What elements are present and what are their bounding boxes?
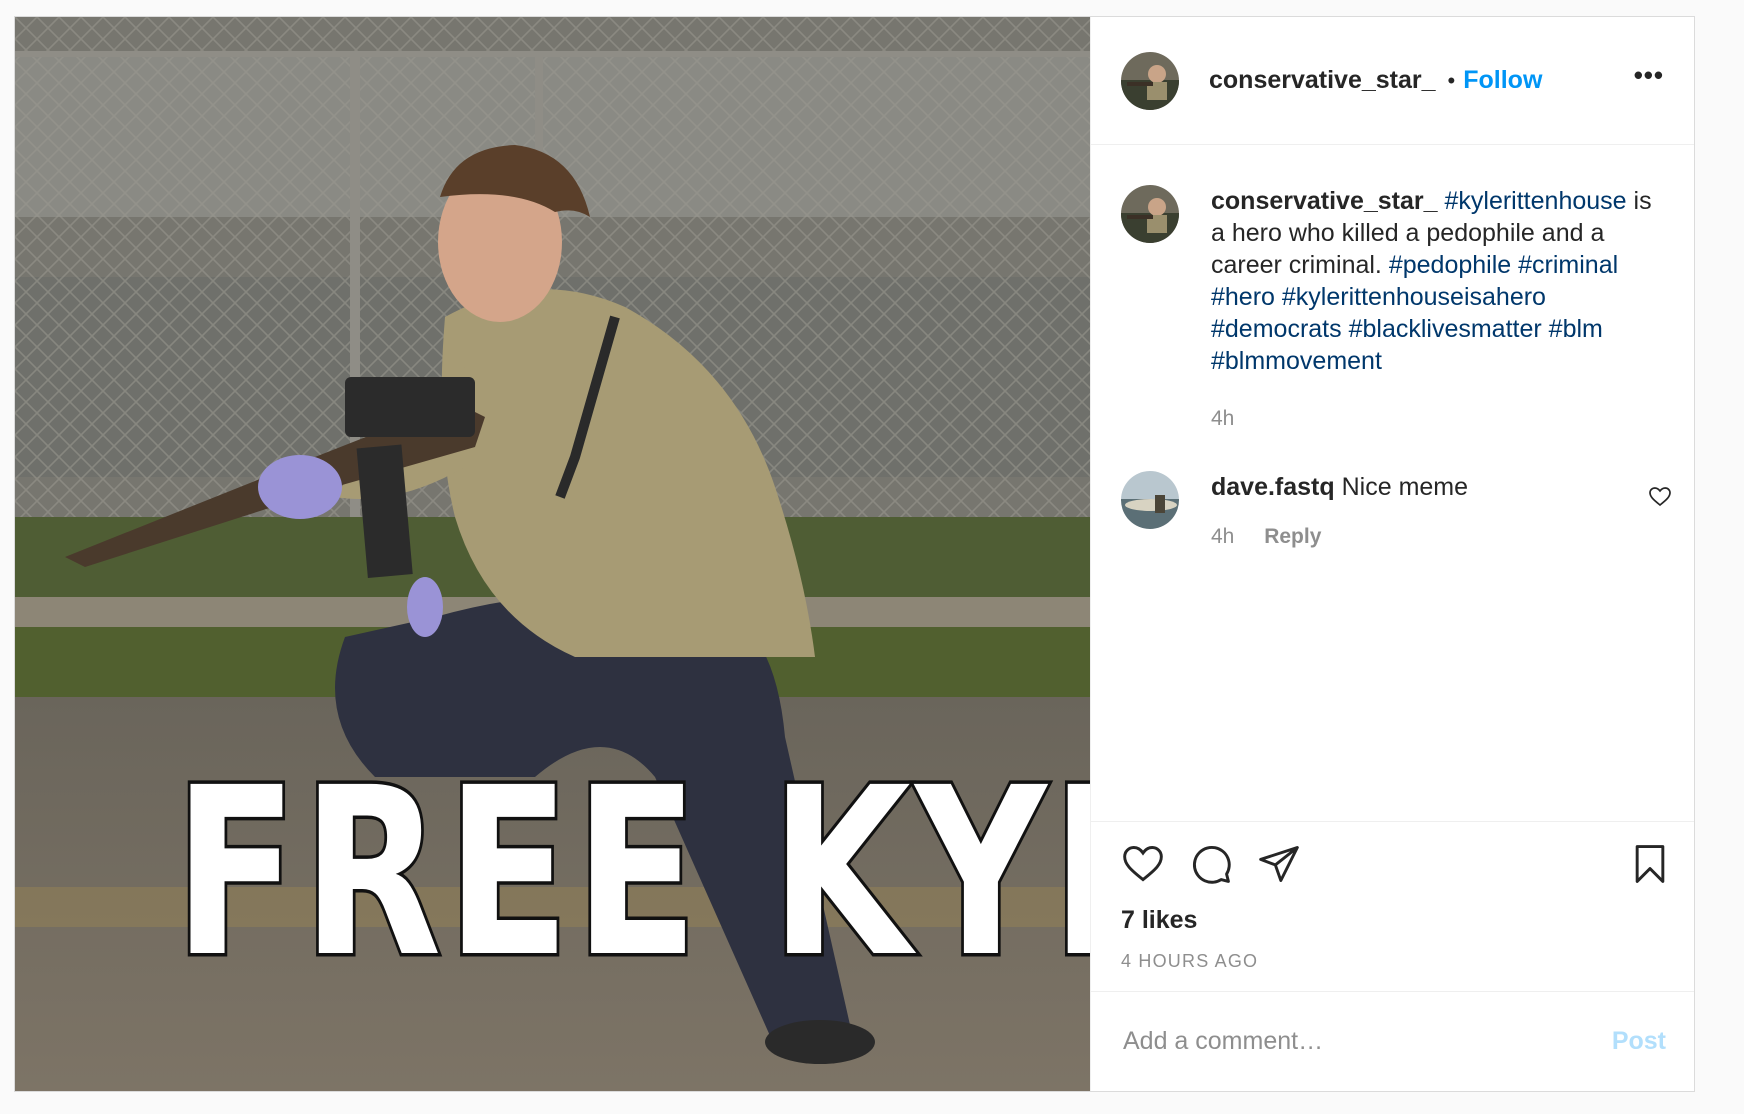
comment-bubble-icon[interactable]: [1189, 842, 1233, 886]
caption-username[interactable]: conservative_star_: [1211, 187, 1438, 215]
hashtag[interactable]: #kylerittenhouseisahero: [1282, 283, 1546, 311]
instagram-post: FREE KYLE conservative_star_ • Follow ••…: [14, 16, 1695, 1092]
meme-overlay-text: FREE KYLE: [171, 738, 1090, 1008]
share-paper-plane-icon[interactable]: [1257, 842, 1301, 886]
action-icons: [1121, 840, 1672, 888]
author-username[interactable]: conservative_star_: [1209, 66, 1436, 95]
likes-count[interactable]: 7 likes: [1121, 906, 1672, 935]
hashtag[interactable]: #democrats: [1211, 315, 1342, 343]
caption-meta: 4h: [1211, 403, 1671, 435]
more-options-icon[interactable]: •••: [1634, 62, 1664, 100]
comment-like-heart-icon[interactable]: [1648, 485, 1672, 514]
caption: conservative_star_ #kylerittenhouse is a…: [1121, 185, 1672, 435]
like-heart-icon[interactable]: [1121, 842, 1165, 886]
hashtag[interactable]: #hero: [1211, 283, 1275, 311]
hashtag[interactable]: #blm: [1549, 315, 1603, 343]
caption-body: conservative_star_ #kylerittenhouse is a…: [1211, 185, 1671, 435]
add-comment-input[interactable]: [1121, 1026, 1612, 1057]
save-bookmark-icon[interactable]: [1628, 842, 1672, 886]
comment-body: dave.fastq Nice meme 4h Reply: [1211, 471, 1671, 553]
comment-text: Nice meme: [1341, 473, 1469, 501]
author-avatar[interactable]: [1121, 51, 1179, 110]
hashtag[interactable]: #blacklivesmatter: [1349, 315, 1542, 343]
caption-avatar[interactable]: [1121, 185, 1179, 243]
post-header: conservative_star_ • Follow •••: [1091, 17, 1694, 145]
hashtag[interactable]: #criminal: [1518, 251, 1618, 279]
reply-button[interactable]: Reply: [1264, 525, 1321, 548]
hashtag[interactable]: #kylerittenhouse: [1445, 187, 1627, 215]
comment-meta: 4h Reply: [1211, 521, 1671, 553]
follow-button[interactable]: Follow: [1463, 66, 1542, 95]
comments-section: conservative_star_ #kylerittenhouse is a…: [1091, 145, 1694, 821]
comment-username[interactable]: dave.fastq: [1211, 473, 1335, 501]
commenter-avatar[interactable]: [1121, 471, 1179, 529]
separator-dot: •: [1447, 67, 1456, 93]
post-details-panel: conservative_star_ • Follow ••• conserva…: [1090, 17, 1694, 1091]
hashtag[interactable]: #blmmovement: [1211, 347, 1382, 375]
comment-item: dave.fastq Nice meme 4h Reply: [1121, 471, 1672, 553]
caption-time[interactable]: 4h: [1211, 407, 1234, 430]
hashtag[interactable]: #pedophile: [1389, 251, 1511, 279]
action-bar: 7 likes 4 HOURS AGO: [1091, 821, 1694, 991]
add-comment-bar: Post: [1091, 991, 1694, 1091]
comment-time[interactable]: 4h: [1211, 525, 1234, 548]
post-timestamp[interactable]: 4 HOURS AGO: [1121, 951, 1672, 972]
post-comment-button[interactable]: Post: [1612, 1027, 1666, 1056]
post-image[interactable]: FREE KYLE: [15, 17, 1090, 1091]
